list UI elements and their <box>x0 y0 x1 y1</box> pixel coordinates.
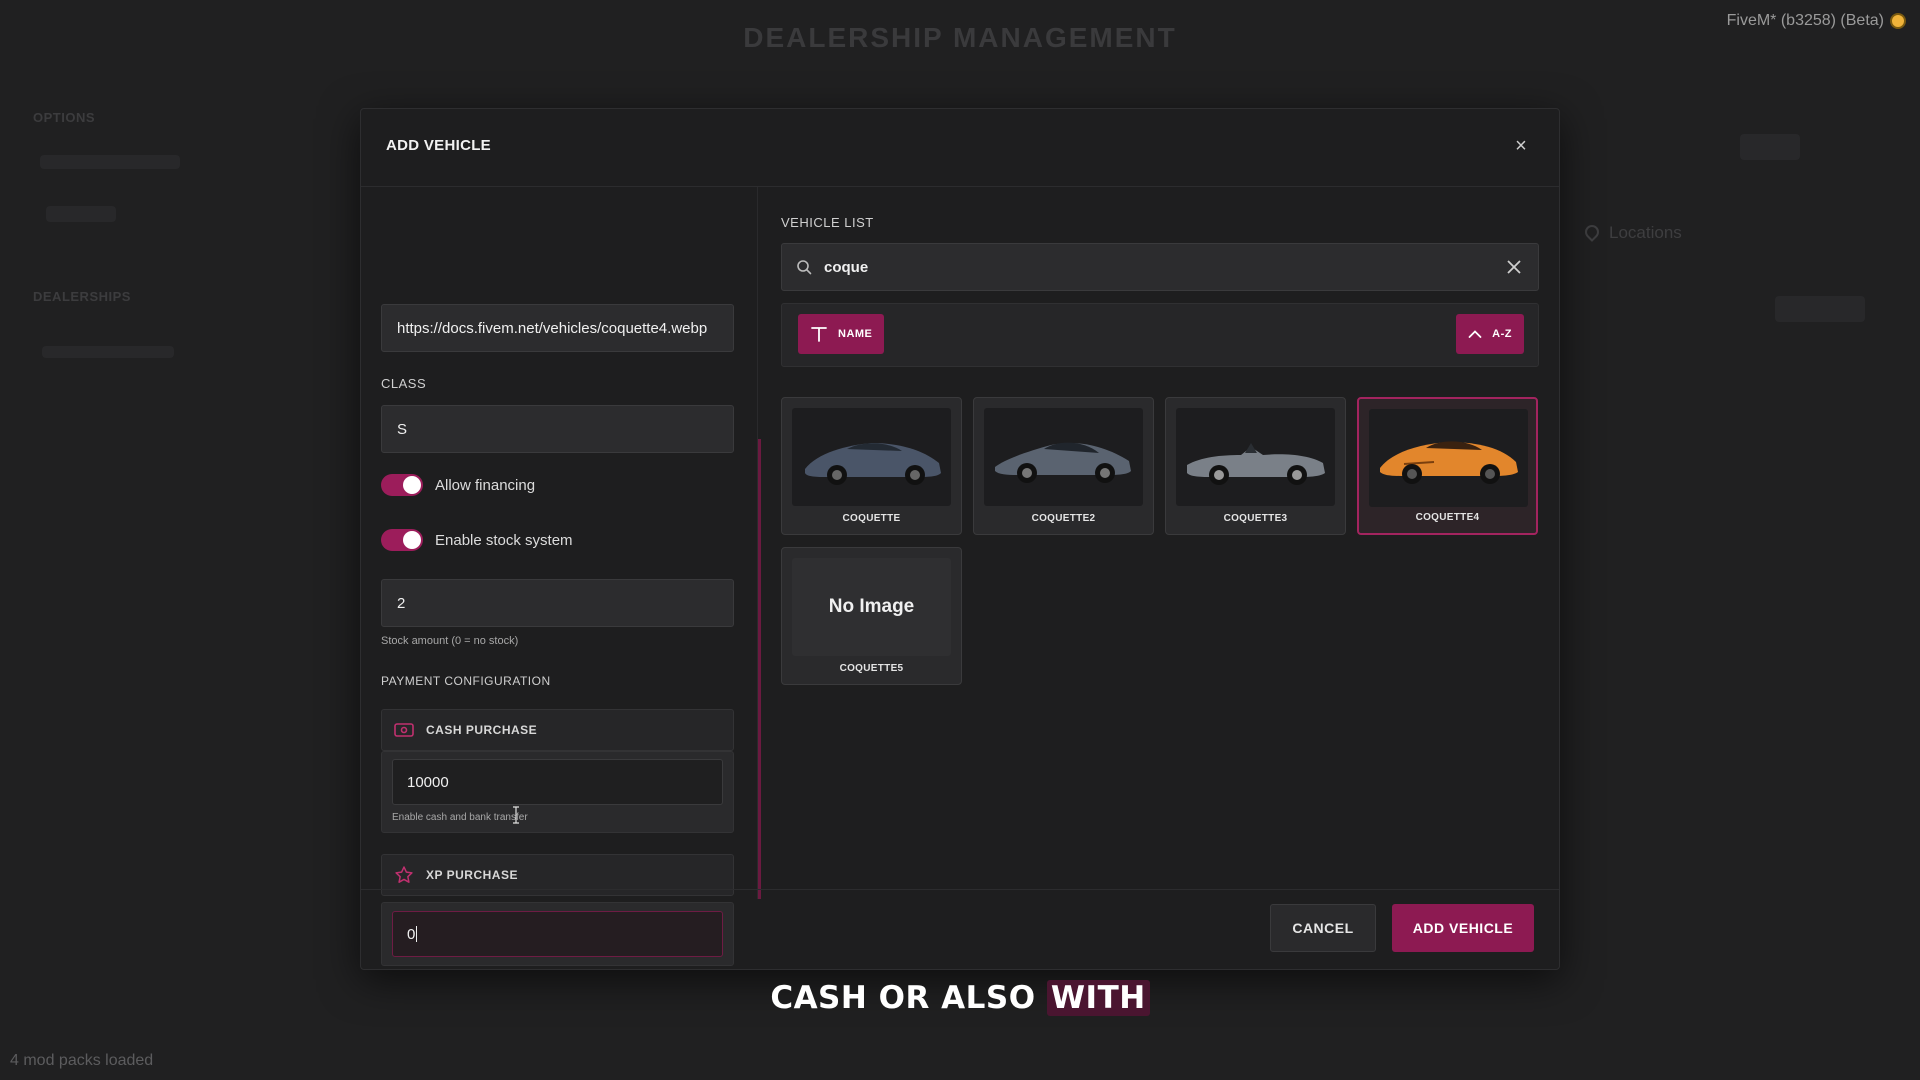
sort-order-button[interactable]: A-Z <box>1456 314 1524 354</box>
stock-hint: Stock amount (0 = no stock) <box>381 635 519 647</box>
fivem-build-label: FiveM* (b3258) (Beta) <box>1726 12 1884 29</box>
vehicle-list-heading: VEHICLE LIST <box>781 215 874 230</box>
modal-title: ADD VEHICLE <box>386 137 491 154</box>
chevron-up-icon <box>1468 329 1482 339</box>
vehicle-name: COQUETTE2 <box>1031 513 1096 524</box>
search-icon <box>797 260 812 275</box>
bg-add-vehicle-button <box>1775 296 1865 322</box>
star-icon <box>394 865 414 885</box>
image-url-input[interactable]: https://docs.fivem.net/vehicles/coquette… <box>381 304 734 352</box>
vehicle-thumbnail <box>792 408 951 506</box>
vehicle-card-coquette4[interactable]: COQUETTE4 <box>1357 397 1538 535</box>
vehicle-name: COQUETTE <box>842 513 901 524</box>
cash-purchase-body: 10000 Enable cash and bank transfer <box>381 751 734 833</box>
fivem-logo-icon <box>1890 13 1906 29</box>
allow-financing-toggle[interactable] <box>381 474 423 496</box>
bg-save-button <box>1740 134 1800 160</box>
text-cursor-icon <box>513 806 519 824</box>
video-subtitle: CASH OR ALSO WITH <box>0 980 1920 1016</box>
payment-config-label: PAYMENT CONFIGURATION <box>381 674 551 688</box>
class-select[interactable]: S <box>381 405 734 453</box>
search-query: coque <box>824 258 869 276</box>
vehicle-search-input[interactable]: coque <box>781 243 1539 291</box>
vehicle-card-coquette5[interactable]: No Image COQUETTE5 <box>781 547 962 685</box>
dealership-list-item <box>42 346 174 358</box>
xp-purchase-label: XP PURCHASE <box>426 868 518 882</box>
vehicle-thumbnail: No Image <box>792 558 951 656</box>
options-heading: OPTIONS <box>33 110 96 125</box>
sort-toolbar: NAME A-Z <box>781 303 1539 367</box>
cancel-button[interactable]: CANCEL <box>1270 904 1376 952</box>
dealerships-heading: DEALERSHIPS <box>33 289 131 304</box>
vehicle-card-coquette3[interactable]: COQUETTE3 <box>1165 397 1346 535</box>
allow-financing-row: Allow financing <box>381 474 535 496</box>
locations-tab: Locations <box>1582 222 1682 243</box>
modal-header: ADD VEHICLE × <box>361 109 1559 187</box>
vehicle-name: COQUETTE4 <box>1415 512 1480 523</box>
clear-search-icon[interactable] <box>1504 257 1524 277</box>
allow-financing-label: Allow financing <box>435 476 536 494</box>
scrollbar-thumb[interactable] <box>758 439 761 899</box>
location-pin-icon <box>1582 222 1602 242</box>
close-icon[interactable]: × <box>1509 135 1533 159</box>
vehicle-card-coquette[interactable]: COQUETTE <box>781 397 962 535</box>
stock-system-label: Enable stock system <box>435 531 573 549</box>
stock-system-row: Enable stock system <box>381 529 573 551</box>
add-vehicle-button[interactable]: ADD VEHICLE <box>1392 904 1534 952</box>
options-item <box>40 155 180 169</box>
vehicle-name: COQUETTE3 <box>1223 513 1288 524</box>
stock-system-toggle[interactable] <box>381 529 423 551</box>
vehicle-thumbnail <box>984 408 1143 506</box>
cash-purchase-header[interactable]: CASH PURCHASE <box>381 709 734 751</box>
vehicle-card-coquette2[interactable]: COQUETTE2 <box>973 397 1154 535</box>
cash-price-input[interactable]: 10000 <box>392 759 723 805</box>
cash-purchase-label: CASH PURCHASE <box>426 723 538 737</box>
no-image-placeholder: No Image <box>792 558 951 656</box>
stock-amount-input[interactable]: 2 <box>381 579 734 627</box>
cash-icon <box>394 720 414 740</box>
sort-by-name-button[interactable]: NAME <box>798 314 885 354</box>
options-item-2 <box>46 206 116 222</box>
vehicle-thumbnail <box>1176 408 1335 506</box>
cash-hint: Enable cash and bank transfer <box>392 812 528 823</box>
modal-footer: CANCEL ADD VEHICLE <box>361 889 1559 969</box>
add-vehicle-modal: ADD VEHICLE × https://docs.fivem.net/veh… <box>360 108 1560 970</box>
page-title: DEALERSHIP MANAGEMENT <box>743 22 1177 53</box>
class-label: CLASS <box>381 376 427 391</box>
mod-status-text: 4 mod packs loaded <box>10 1052 154 1069</box>
vehicle-name: COQUETTE5 <box>839 663 904 674</box>
vehicle-thumbnail <box>1369 409 1528 507</box>
text-type-icon <box>810 325 828 343</box>
